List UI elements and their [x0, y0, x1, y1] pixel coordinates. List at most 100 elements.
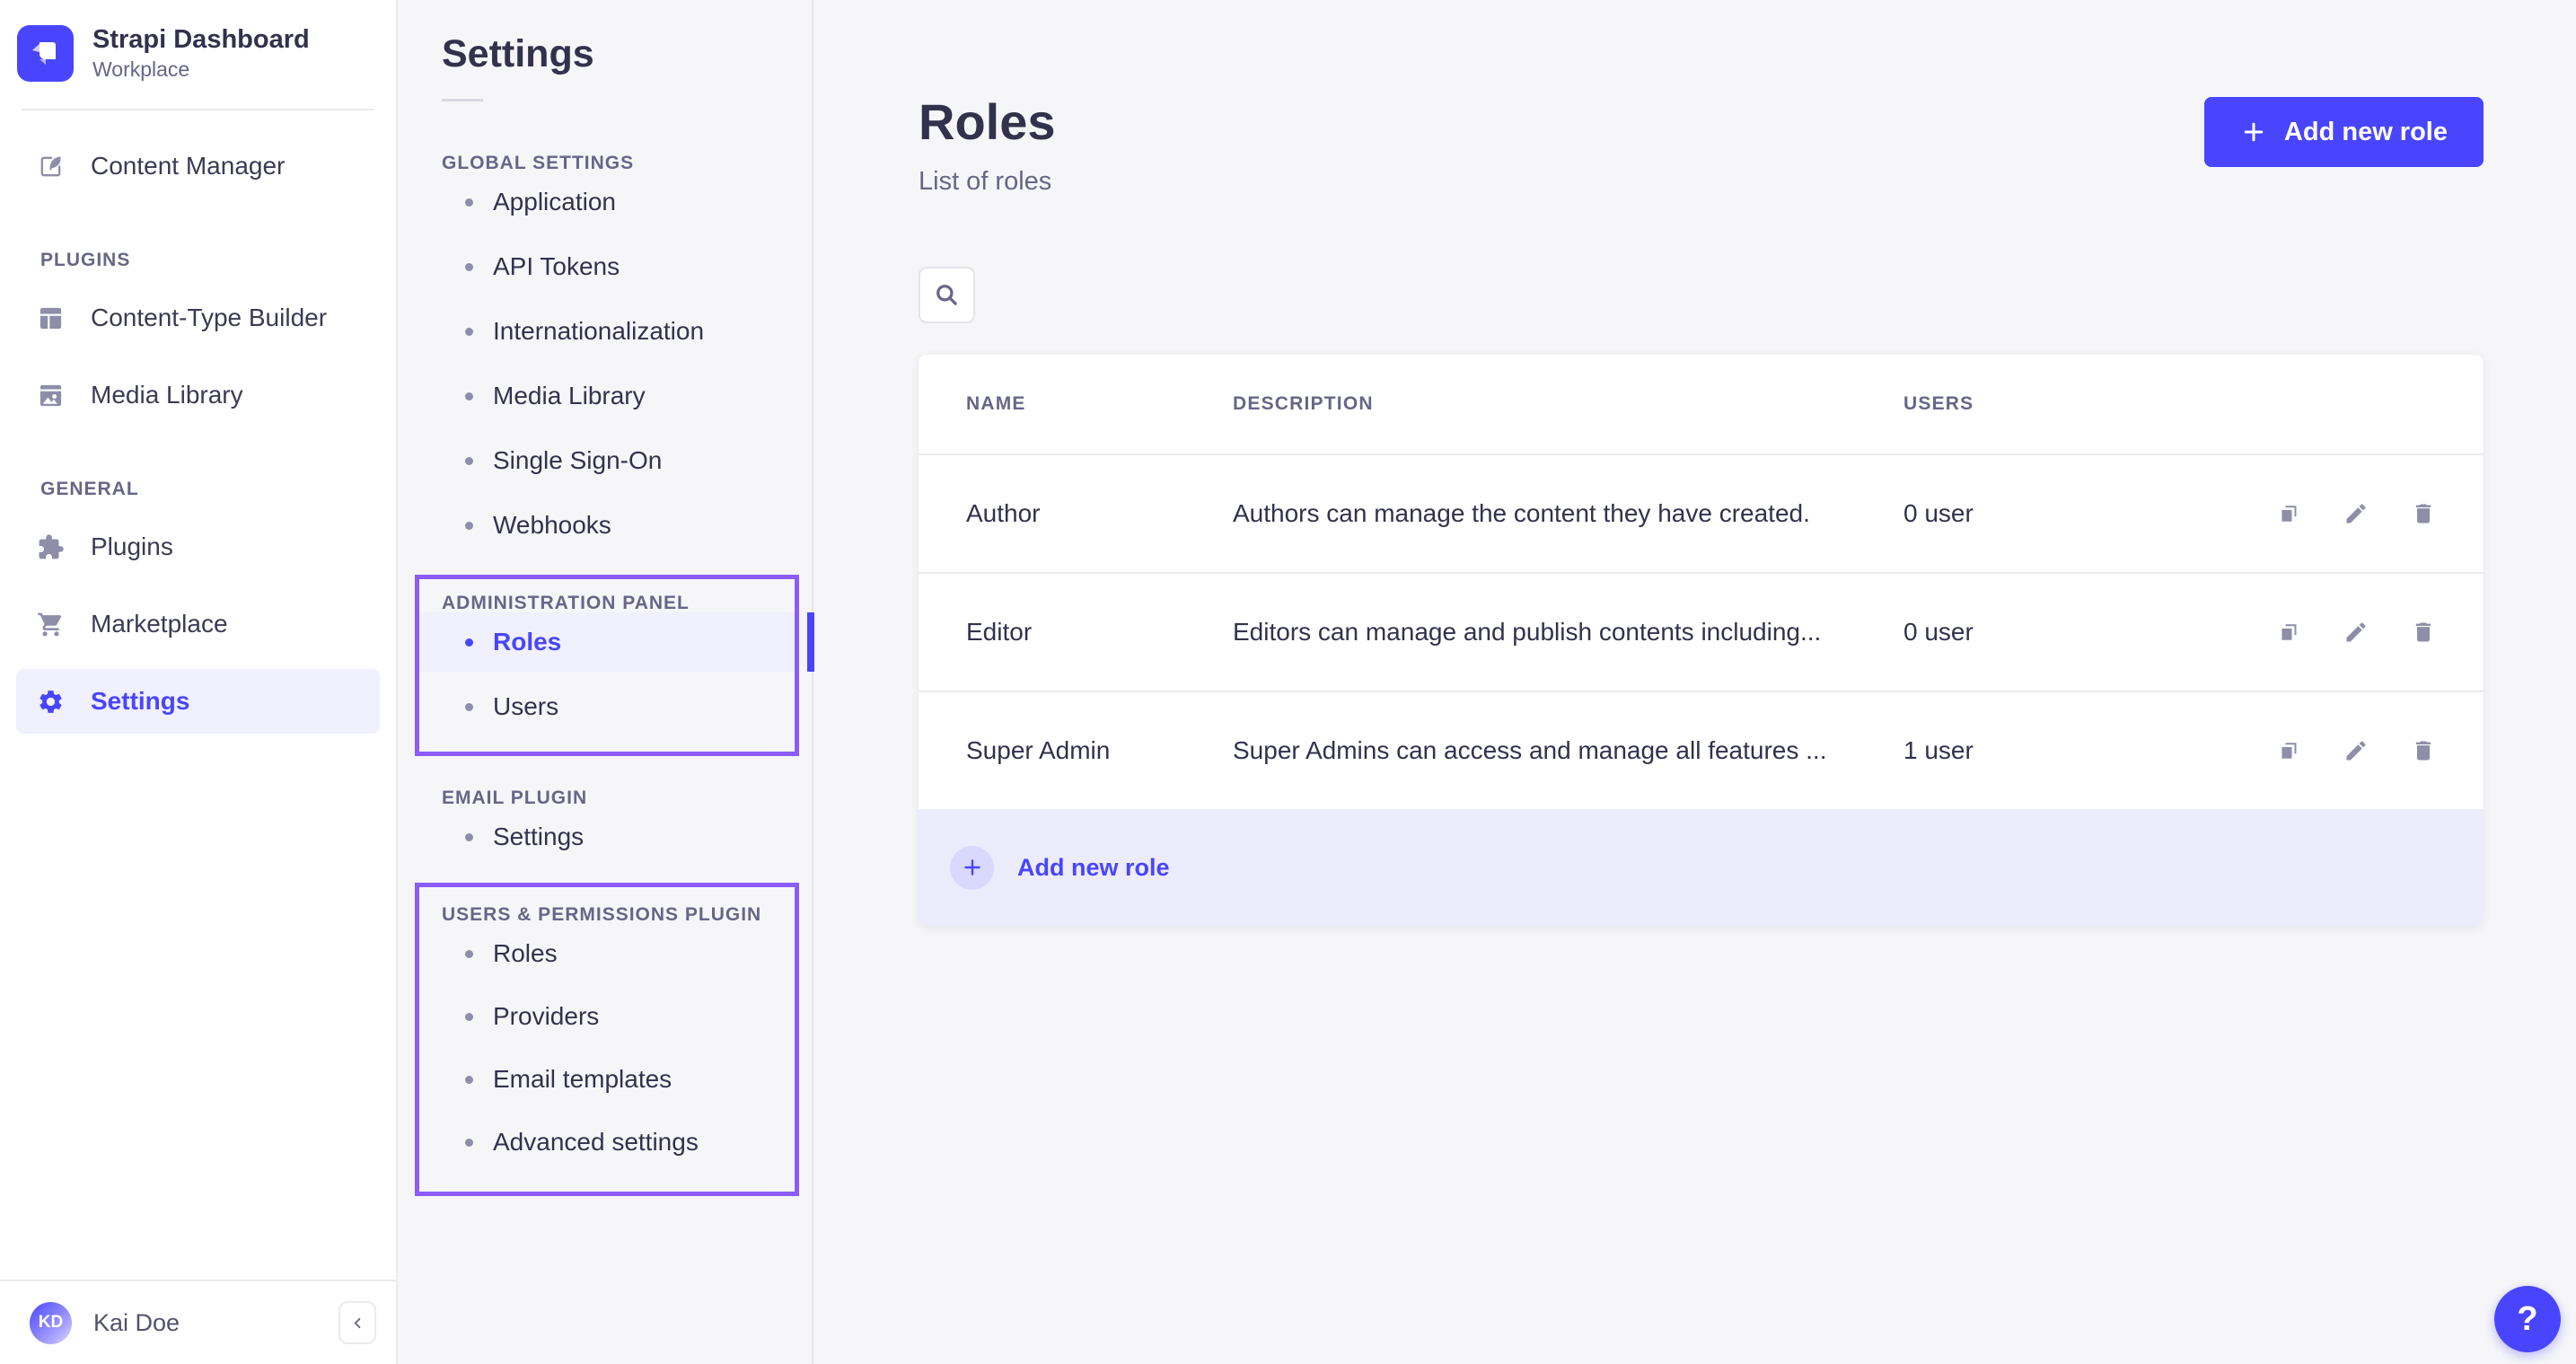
subnav-item-label: Providers	[493, 1002, 599, 1031]
main-sidebar: Strapi Dashboard Workplace Content Manag…	[0, 0, 398, 1364]
subnav-item-email-templates[interactable]: Email templates	[419, 1050, 795, 1109]
sidebar-section-general: GENERAL	[40, 480, 380, 498]
duplicate-button[interactable]	[2276, 738, 2301, 763]
sidebar-item-content-manager[interactable]: Content Manager	[16, 134, 380, 198]
bullet-icon	[465, 198, 473, 207]
bullet-icon	[465, 263, 473, 271]
column-header-users: USERS	[1903, 393, 2436, 415]
subnav-item-label: Single Sign-On	[493, 446, 662, 475]
subnav-section-header: USERS & PERMISSIONS PLUGIN	[442, 905, 795, 924]
strapi-logo-icon	[17, 25, 74, 82]
subnav-item-label: Users	[493, 692, 558, 721]
annotation-box-users-permissions-plugin: USERS & PERMISSIONS PLUGIN Roles Provide…	[415, 883, 799, 1196]
subnav-item-roles[interactable]: Roles	[419, 612, 795, 672]
sidebar-item-label: Content Manager	[91, 152, 285, 180]
edit-button[interactable]	[2343, 501, 2369, 526]
subnav-item-internationalization[interactable]: Internationalization	[398, 302, 812, 361]
plus-icon	[961, 856, 984, 879]
delete-button[interactable]	[2411, 501, 2436, 526]
add-new-role-label: Add new role	[2284, 118, 2448, 147]
subnav-item-advanced-settings[interactable]: Advanced settings	[419, 1113, 795, 1172]
sidebar-item-label: Settings	[91, 687, 189, 716]
search-icon	[933, 281, 961, 309]
column-header-name: NAME	[966, 393, 1233, 415]
sidebar-user-area: KD Kai Doe	[0, 1280, 396, 1364]
table-row-editor[interactable]: Editor Editors can manage and publish co…	[919, 572, 2484, 691]
subnav-item-media-library[interactable]: Media Library	[398, 366, 812, 426]
sidebar-item-label: Plugins	[91, 532, 173, 561]
table-row-author[interactable]: Author Authors can manage the content th…	[919, 453, 2484, 572]
divider	[442, 99, 483, 101]
add-new-role-button[interactable]: Add new role	[2204, 97, 2484, 167]
role-users-count: 1 user	[1903, 736, 2276, 765]
delete-button[interactable]	[2411, 738, 2436, 763]
subnav-item-label: Settings	[493, 823, 584, 851]
edit-button[interactable]	[2343, 620, 2369, 645]
subnav-item-label: Application	[493, 188, 616, 216]
subnav-section-header: GLOBAL SETTINGS	[442, 154, 812, 172]
bullet-icon	[465, 457, 473, 465]
duplicate-button[interactable]	[2276, 501, 2301, 526]
subnav-item-users[interactable]: Users	[419, 677, 795, 736]
sidebar-item-settings[interactable]: Settings	[16, 669, 380, 734]
column-header-description: DESCRIPTION	[1233, 393, 1903, 415]
trash-icon	[2411, 501, 2436, 526]
delete-button[interactable]	[2411, 620, 2436, 645]
content-manager-icon	[37, 153, 65, 180]
avatar[interactable]: KD	[30, 1302, 72, 1344]
duplicate-button[interactable]	[2276, 620, 2301, 645]
subnav-item-up-roles[interactable]: Roles	[419, 924, 795, 983]
help-button[interactable]: ?	[2494, 1286, 2561, 1352]
bullet-icon	[465, 1139, 473, 1147]
add-new-role-row-label: Add new role	[1017, 854, 1170, 882]
duplicate-icon	[2276, 501, 2301, 526]
sidebar-item-label: Marketplace	[91, 610, 228, 638]
subnav-item-providers[interactable]: Providers	[419, 987, 795, 1046]
workspace-brand[interactable]: Strapi Dashboard Workplace	[0, 0, 396, 109]
bullet-icon	[465, 328, 473, 336]
role-name: Author	[966, 499, 1233, 528]
role-users-count: 0 user	[1903, 618, 2276, 647]
trash-icon	[2411, 738, 2436, 763]
bullet-icon	[465, 703, 473, 711]
sidebar-section-plugins: PLUGINS	[40, 251, 380, 269]
sidebar-item-label: Content-Type Builder	[91, 304, 327, 332]
bullet-icon	[465, 392, 473, 400]
subnav-item-email-settings[interactable]: Settings	[398, 807, 812, 867]
sidebar-item-marketplace[interactable]: Marketplace	[16, 592, 380, 656]
subnav-item-webhooks[interactable]: Webhooks	[398, 496, 812, 555]
edit-icon	[2343, 620, 2369, 645]
sidebar-item-plugins[interactable]: Plugins	[16, 515, 380, 579]
add-new-role-row[interactable]: Add new role	[919, 809, 2484, 926]
table-header-row: NAME DESCRIPTION USERS	[919, 355, 2484, 453]
bullet-icon	[465, 522, 473, 530]
role-name: Editor	[966, 618, 1233, 647]
edit-button[interactable]	[2343, 738, 2369, 763]
sidebar-item-content-type-builder[interactable]: Content-Type Builder	[16, 286, 380, 350]
subnav-item-label: Email templates	[493, 1065, 672, 1094]
edit-icon	[2343, 501, 2369, 526]
subnav-item-label: Advanced settings	[493, 1128, 699, 1157]
subnav-item-api-tokens[interactable]: API Tokens	[398, 237, 812, 296]
subnav-section-header: ADMINISTRATION PANEL	[442, 594, 795, 612]
subnav-item-single-sign-on[interactable]: Single Sign-On	[398, 431, 812, 490]
role-name: Super Admin	[966, 736, 1233, 765]
page-title: Roles	[919, 97, 1056, 147]
trash-icon	[2411, 620, 2436, 645]
bullet-icon	[465, 638, 473, 647]
app-title: Strapi Dashboard	[92, 25, 310, 55]
subnav-section-email-plugin: EMAIL PLUGIN Settings	[398, 788, 812, 867]
sidebar-item-media-library[interactable]: Media Library	[16, 363, 380, 427]
collapse-sidebar-button[interactable]	[338, 1301, 376, 1344]
chevron-left-icon	[349, 1315, 366, 1332]
search-button[interactable]	[919, 267, 975, 323]
role-description: Authors can manage the content they have…	[1233, 499, 1903, 528]
roles-table: NAME DESCRIPTION USERS Author Authors ca…	[919, 355, 2484, 926]
subnav-item-label: Webhooks	[493, 511, 611, 540]
user-name: Kai Doe	[93, 1309, 317, 1337]
table-row-super-admin[interactable]: Super Admin Super Admins can access and …	[919, 691, 2484, 809]
page-header: Roles List of roles Add new role	[919, 97, 2484, 197]
bullet-icon	[465, 1013, 473, 1021]
subnav-item-application[interactable]: Application	[398, 172, 812, 232]
subnav-section-header: EMAIL PLUGIN	[442, 788, 812, 807]
